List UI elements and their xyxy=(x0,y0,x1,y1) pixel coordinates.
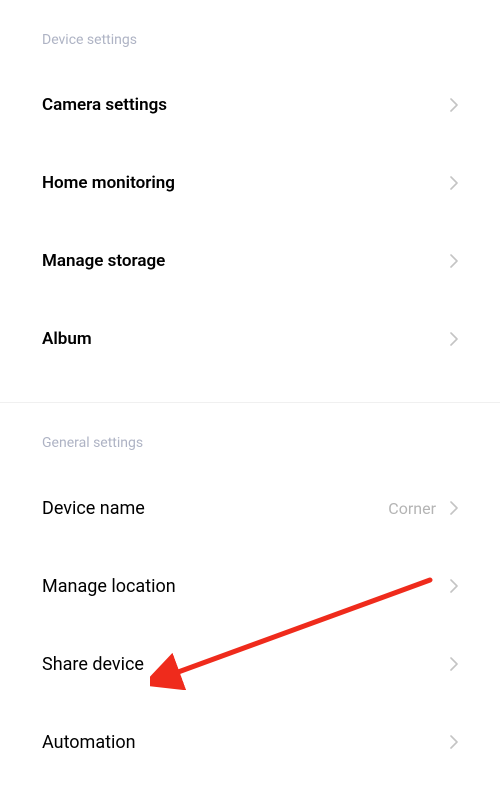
chevron-right-icon xyxy=(450,98,458,112)
row-right: Corner xyxy=(388,499,458,518)
manage-location-row[interactable]: Manage location xyxy=(0,547,500,625)
manage-storage-row[interactable]: Manage storage xyxy=(0,222,500,300)
device-settings-header: Device settings xyxy=(0,0,500,66)
row-label: Home monitoring xyxy=(42,173,175,193)
row-right xyxy=(450,735,458,749)
automation-row[interactable]: Automation xyxy=(0,703,500,781)
row-label: Automation xyxy=(42,732,136,753)
row-value: Corner xyxy=(388,499,436,518)
chevron-right-icon xyxy=(450,254,458,268)
row-right xyxy=(450,98,458,112)
chevron-right-icon xyxy=(450,579,458,593)
camera-settings-row[interactable]: Camera settings xyxy=(0,66,500,144)
row-right xyxy=(450,254,458,268)
chevron-right-icon xyxy=(450,657,458,671)
row-right xyxy=(450,657,458,671)
device-name-row[interactable]: Device name Corner xyxy=(0,469,500,547)
row-label: Camera settings xyxy=(42,95,167,115)
row-label: Device name xyxy=(42,498,145,519)
share-device-row[interactable]: Share device xyxy=(0,625,500,703)
chevron-right-icon xyxy=(450,501,458,515)
row-label: Share device xyxy=(42,654,144,675)
row-label: Manage storage xyxy=(42,251,165,271)
chevron-right-icon xyxy=(450,332,458,346)
chevron-right-icon xyxy=(450,735,458,749)
row-right xyxy=(450,332,458,346)
row-right xyxy=(450,176,458,190)
row-label: Manage location xyxy=(42,576,176,597)
row-label: Album xyxy=(42,329,92,349)
row-right xyxy=(450,579,458,593)
home-monitoring-row[interactable]: Home monitoring xyxy=(0,144,500,222)
album-row[interactable]: Album xyxy=(0,300,500,378)
general-settings-header: General settings xyxy=(0,403,500,469)
chevron-right-icon xyxy=(450,176,458,190)
